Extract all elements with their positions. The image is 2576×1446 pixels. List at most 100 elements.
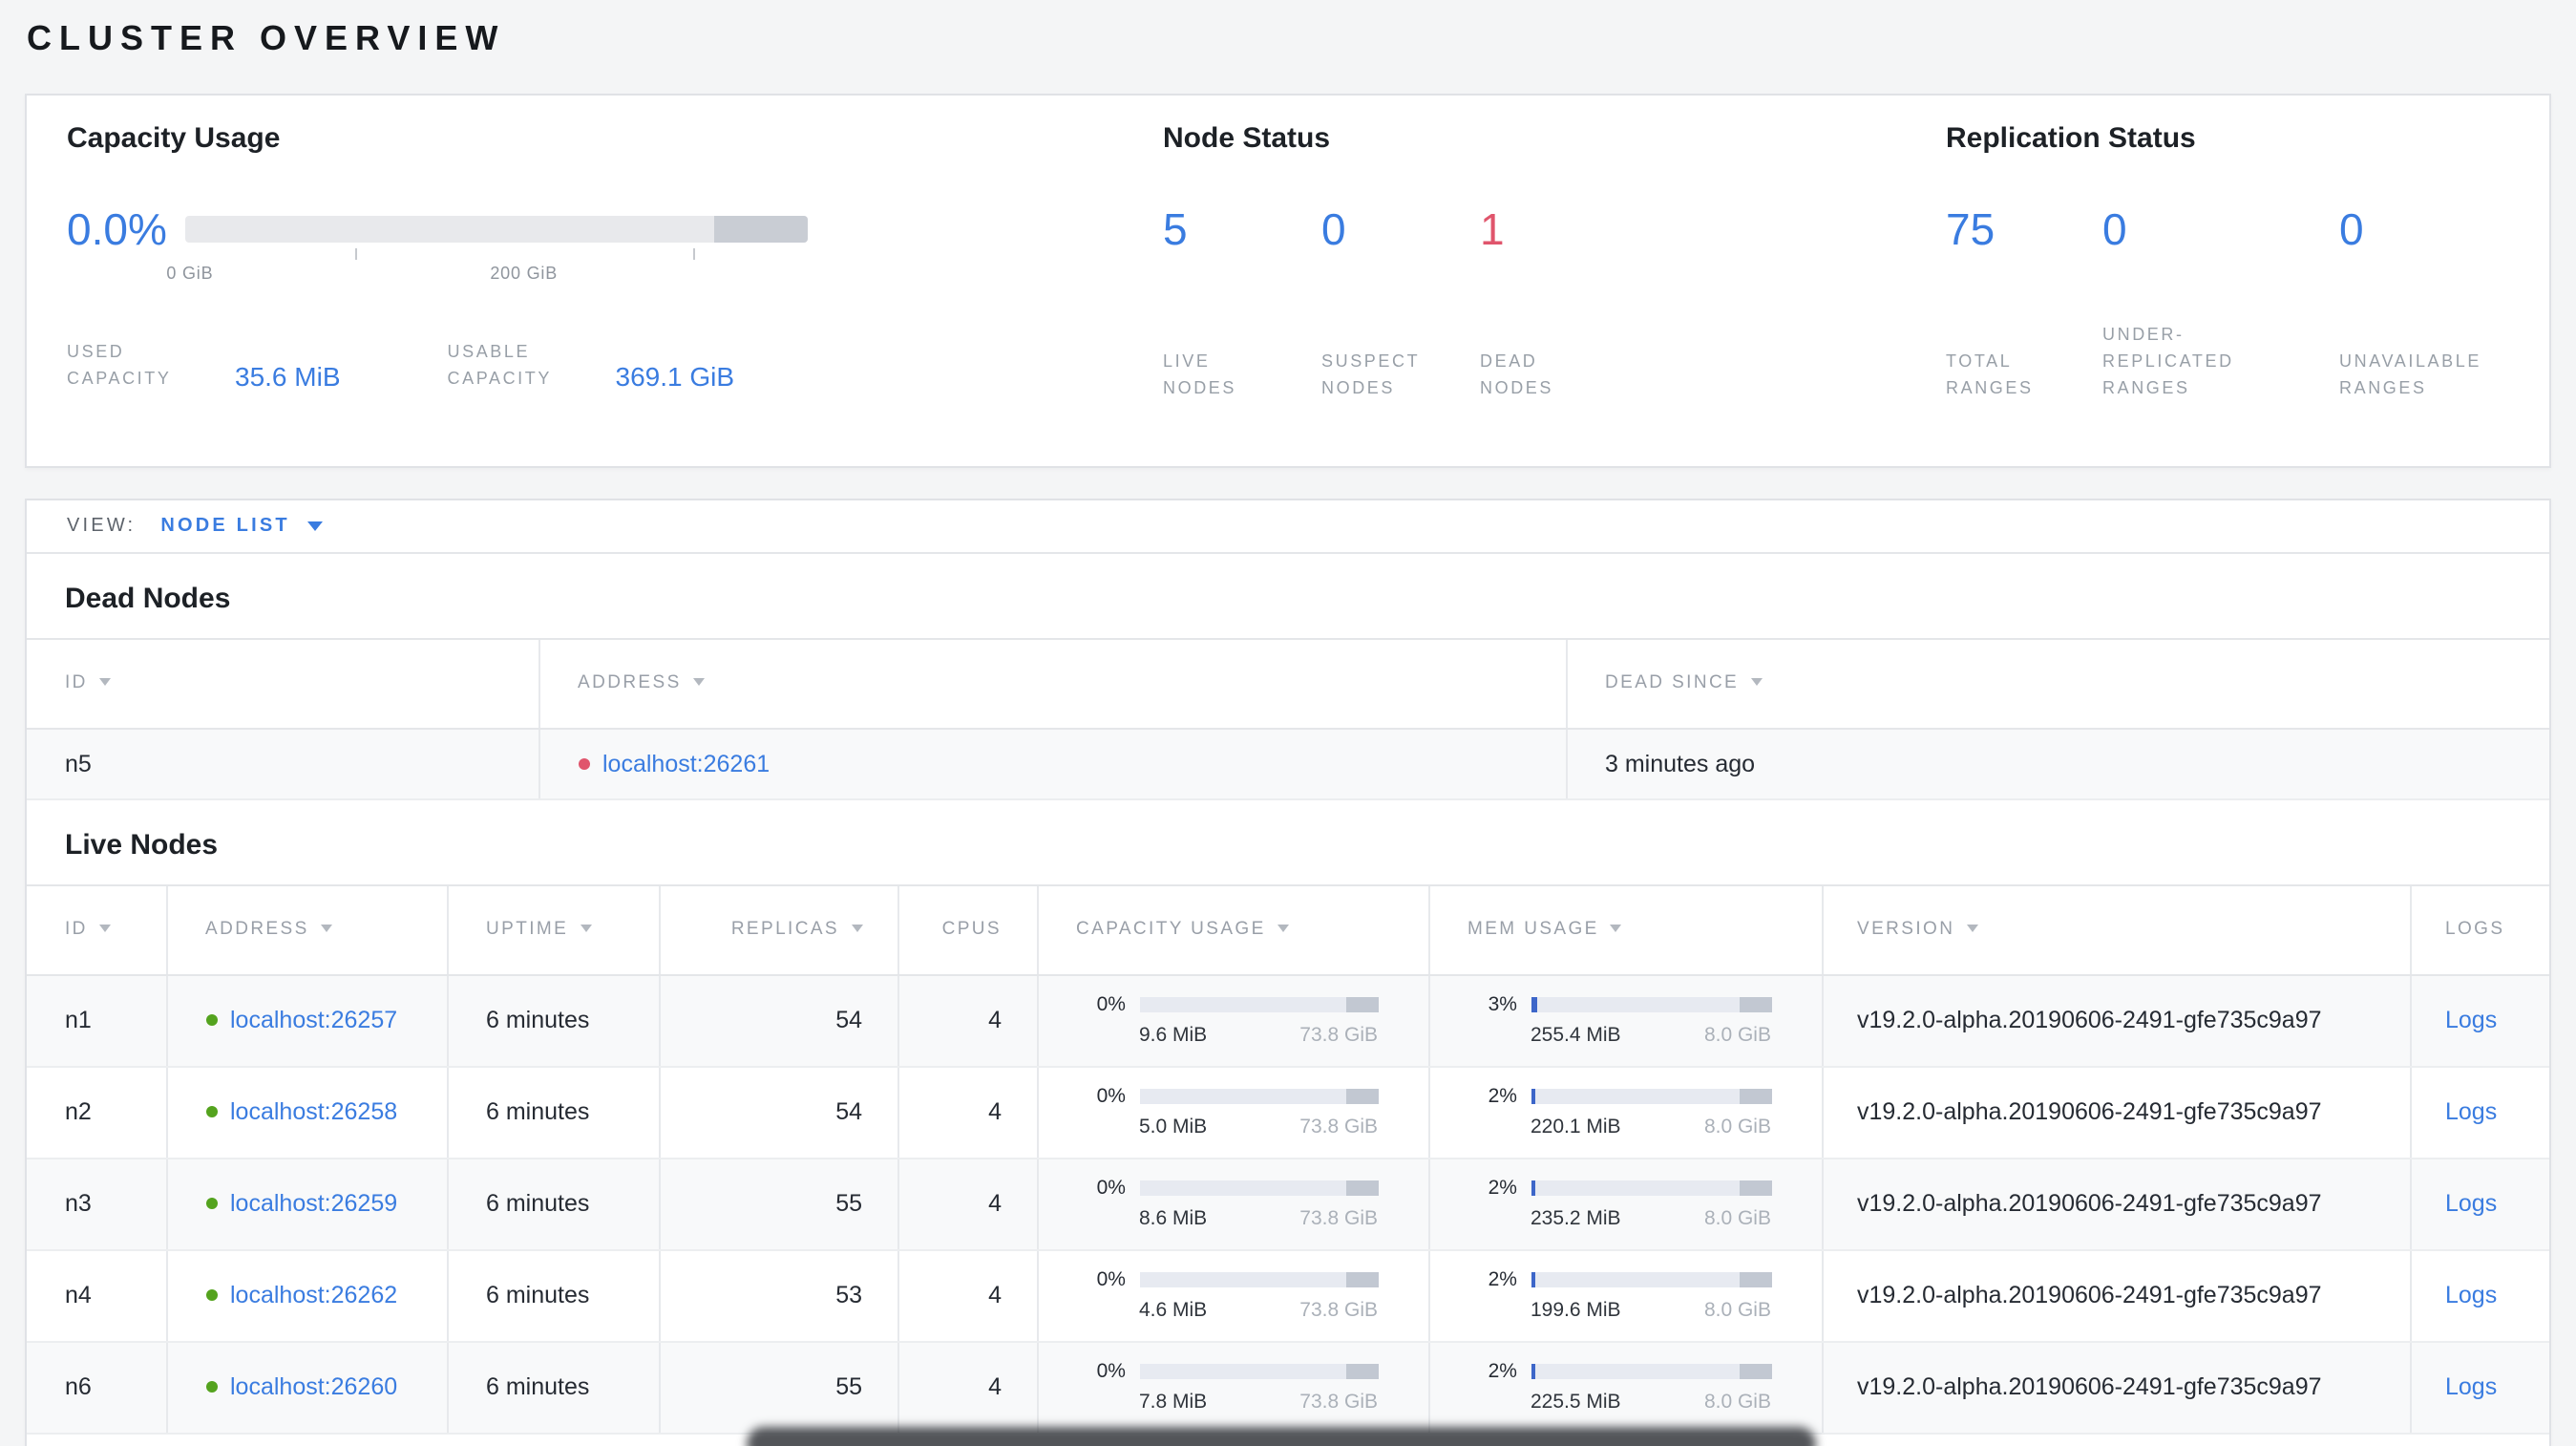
replication-status-panel: Replication Status 75 TOTAL RANGES 0 UND… xyxy=(1946,121,2549,465)
node-status-dot-live-icon xyxy=(205,1198,217,1210)
usable-capacity-stat: USABLE CAPACITY 369.1 GiB xyxy=(448,340,735,393)
total-ranges-stat: 75 TOTAL RANGES xyxy=(1946,204,2102,403)
dead-nodes-label: DEAD NODES xyxy=(1480,351,1554,397)
node-address-link[interactable]: localhost:26259 xyxy=(230,1190,397,1217)
node-mem-usage-cell: 2% 220.1 MiB 8.0 GiB xyxy=(1427,1066,1822,1159)
logs-link[interactable]: Logs xyxy=(2445,1190,2497,1217)
node-uptime: 6 minutes xyxy=(446,1249,659,1343)
node-version: v19.2.0-alpha.20190606-2491-gfe735c9a97 xyxy=(1821,1158,2410,1251)
unavailable-ranges-stat: 0 UNAVAILABLE RANGES xyxy=(2339,204,2549,403)
view-selector-dropdown[interactable]: NODE LIST xyxy=(160,515,323,536)
node-mem-usage-cell: 2% 199.6 MiB 8.0 GiB xyxy=(1427,1249,1822,1343)
live-col-header-mem-usage[interactable]: MEM USAGE xyxy=(1427,883,1822,976)
dead-node-address-link[interactable]: localhost:26261 xyxy=(602,750,770,776)
under-replicated-ranges-label: UNDER-REPLICATED RANGES xyxy=(2102,325,2234,397)
page-title: CLUSTER OVERVIEW xyxy=(27,19,506,57)
suspect-nodes-value: 0 xyxy=(1321,203,1346,254)
node-address-link[interactable]: localhost:26262 xyxy=(230,1282,397,1308)
node-logs-cell: Logs xyxy=(2409,1066,2549,1159)
view-label: VIEW: xyxy=(67,515,137,537)
logs-link[interactable]: Logs xyxy=(2445,1373,2497,1400)
suspect-nodes-label: SUSPECT NODES xyxy=(1321,351,1420,397)
live-nodes-label: LIVE NODES xyxy=(1163,351,1237,397)
node-cpus: 4 xyxy=(897,1158,1037,1251)
logs-link[interactable]: Logs xyxy=(2445,1007,2497,1033)
under-replicated-ranges-stat: 0 UNDER-REPLICATED RANGES xyxy=(2102,204,2339,403)
node-id: n2 xyxy=(27,1066,166,1159)
node-status-dot-live-icon xyxy=(205,1106,217,1118)
sort-arrow-icon xyxy=(1750,678,1763,687)
bar-max-marker xyxy=(1346,1089,1378,1105)
node-cpus: 4 xyxy=(897,1341,1037,1435)
dead-col-header-address[interactable]: ADDRESS xyxy=(538,637,1566,730)
node-version: v19.2.0-alpha.20190606-2491-gfe735c9a97 xyxy=(1821,974,2410,1068)
bar-max-marker xyxy=(1740,1180,1771,1197)
sort-arrow-icon xyxy=(692,678,705,687)
bar-max-marker xyxy=(1346,1272,1378,1288)
node-address-link[interactable]: localhost:26258 xyxy=(230,1098,397,1125)
sort-arrow-icon xyxy=(98,925,111,933)
node-logs-cell: Logs xyxy=(2409,974,2549,1068)
dead-col-header-dead-since[interactable]: DEAD SINCE xyxy=(1565,637,2549,730)
view-bar: VIEW: NODE LIST xyxy=(27,500,2549,554)
dead-nodes-stat: 1 DEAD NODES xyxy=(1480,204,1661,403)
node-capacity-usage-cell: 0% 9.6 MiB 73.8 GiB xyxy=(1036,974,1428,1068)
node-status-dot-live-icon xyxy=(205,1381,217,1393)
cluster-overview-page: CLUSTER OVERVIEW Capacity Usage 0.0% 0 G… xyxy=(0,0,2576,1446)
logs-link[interactable]: Logs xyxy=(2445,1282,2497,1308)
bar-max-marker xyxy=(1346,997,1378,1013)
node-status-dot-dead-icon xyxy=(578,757,589,770)
live-nodes-table: ID ADDRESS UPTIME REPLICAS CPUS CAPACITY… xyxy=(27,883,2549,1435)
node-logs-cell: Logs xyxy=(2409,1158,2549,1251)
capacity-percent: 0.0% xyxy=(67,203,167,254)
sort-arrow-icon xyxy=(1610,925,1622,933)
bar-max-marker xyxy=(1740,1272,1771,1288)
node-address-cell: localhost:26258 xyxy=(165,1066,447,1159)
dead-node-dead-since: 3 minutes ago xyxy=(1565,728,2549,800)
live-col-header-uptime[interactable]: UPTIME xyxy=(446,883,659,976)
live-col-header-address[interactable]: ADDRESS xyxy=(165,883,447,976)
dead-col-header-id[interactable]: ID xyxy=(27,637,538,730)
node-address-link[interactable]: localhost:26260 xyxy=(230,1373,397,1400)
live-col-header-version[interactable]: VERSION xyxy=(1821,883,2410,976)
node-uptime: 6 minutes xyxy=(446,974,659,1068)
node-address-cell: localhost:26262 xyxy=(165,1249,447,1343)
under-replicated-ranges-value: 0 xyxy=(2102,203,2127,254)
unavailable-ranges-label: UNAVAILABLE RANGES xyxy=(2339,351,2481,397)
live-nodes-stat: 5 LIVE NODES xyxy=(1163,204,1321,403)
sort-arrow-icon xyxy=(851,925,862,933)
gauge-tick xyxy=(354,247,357,260)
gauge-tick xyxy=(692,247,695,260)
node-version: v19.2.0-alpha.20190606-2491-gfe735c9a97 xyxy=(1821,1249,2410,1343)
node-capacity-usage-cell: 0% 7.8 MiB 73.8 GiB xyxy=(1036,1341,1428,1435)
capacity-usage-bar xyxy=(1139,997,1378,1013)
node-replicas: 54 xyxy=(658,974,897,1068)
capacity-usage-panel: Capacity Usage 0.0% 0 GiB 200 GiB USED C… xyxy=(67,121,1163,465)
mem-usage-bar xyxy=(1531,1364,1771,1380)
live-col-header-id[interactable]: ID xyxy=(27,883,166,976)
node-cpus: 4 xyxy=(897,1066,1037,1159)
live-col-header-capacity-usage[interactable]: CAPACITY USAGE xyxy=(1036,883,1428,976)
table-row: n3 localhost:26259 6 minutes 55 4 0% 8.6… xyxy=(27,1158,2549,1251)
node-address-cell: localhost:26257 xyxy=(165,974,447,1068)
live-col-header-cpus: CPUS xyxy=(897,883,1037,976)
bar-max-marker xyxy=(1740,1089,1771,1105)
dead-nodes-value: 1 xyxy=(1480,203,1505,254)
replication-status-title: Replication Status xyxy=(1946,121,2196,155)
dead-nodes-header-row: ID ADDRESS DEAD SINCE xyxy=(27,637,2549,730)
logs-link[interactable]: Logs xyxy=(2445,1098,2497,1125)
node-replicas: 53 xyxy=(658,1249,897,1343)
capacity-usage-bar xyxy=(1139,1364,1378,1380)
table-row: n4 localhost:26262 6 minutes 53 4 0% 4.6… xyxy=(27,1249,2549,1343)
sort-arrow-icon xyxy=(320,925,332,933)
node-mem-usage-cell: 2% 235.2 MiB 8.0 GiB xyxy=(1427,1158,1822,1251)
node-uptime: 6 minutes xyxy=(446,1341,659,1435)
node-address-link[interactable]: localhost:26257 xyxy=(230,1007,397,1033)
live-col-header-replicas[interactable]: REPLICAS xyxy=(658,883,897,976)
table-row: n5 localhost:26261 3 minutes ago xyxy=(27,728,2549,800)
node-cpus: 4 xyxy=(897,974,1037,1068)
capacity-gauge-track xyxy=(185,215,808,243)
dead-nodes-heading: Dead Nodes xyxy=(65,582,231,615)
dead-nodes-table: ID ADDRESS DEAD SINCE n5 localhost:26261… xyxy=(27,637,2549,800)
used-capacity-stat: USED CAPACITY 35.6 MiB xyxy=(67,340,341,393)
